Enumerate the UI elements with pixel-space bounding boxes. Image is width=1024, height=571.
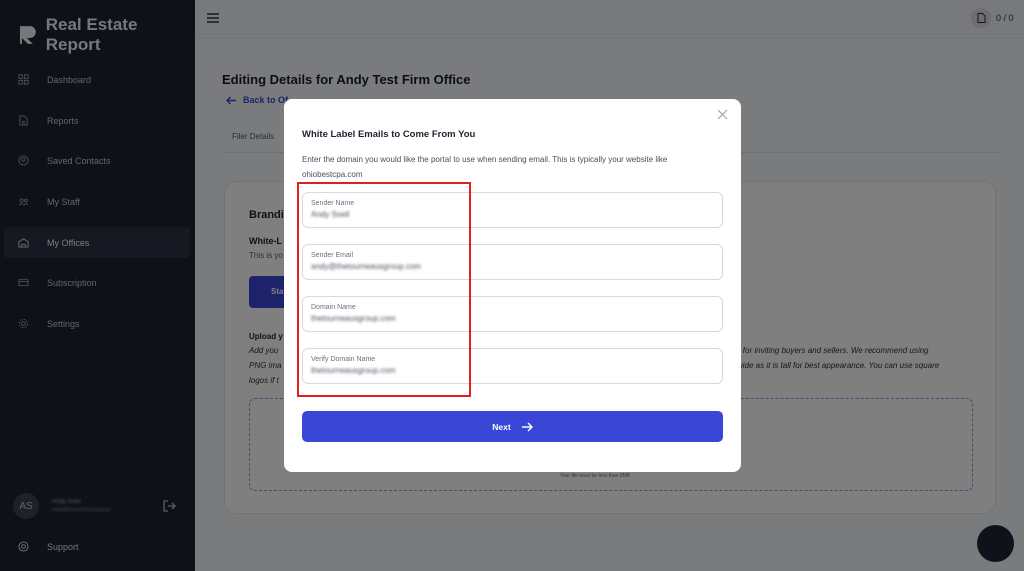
- support-icon: [18, 541, 29, 552]
- modal-description-example: ohiobestcpa.com: [302, 170, 363, 179]
- arrow-right-icon: [521, 422, 533, 431]
- modal-description: Enter the domain you would like the port…: [302, 155, 668, 164]
- support-link[interactable]: Support: [18, 541, 79, 552]
- modal-title: White Label Emails to Come From You: [302, 129, 476, 140]
- next-button[interactable]: Next: [302, 411, 723, 442]
- support-label: Support: [47, 541, 79, 552]
- annotation-highlight-box: [297, 182, 471, 397]
- close-icon[interactable]: [717, 109, 728, 120]
- next-button-label: Next: [492, 421, 511, 432]
